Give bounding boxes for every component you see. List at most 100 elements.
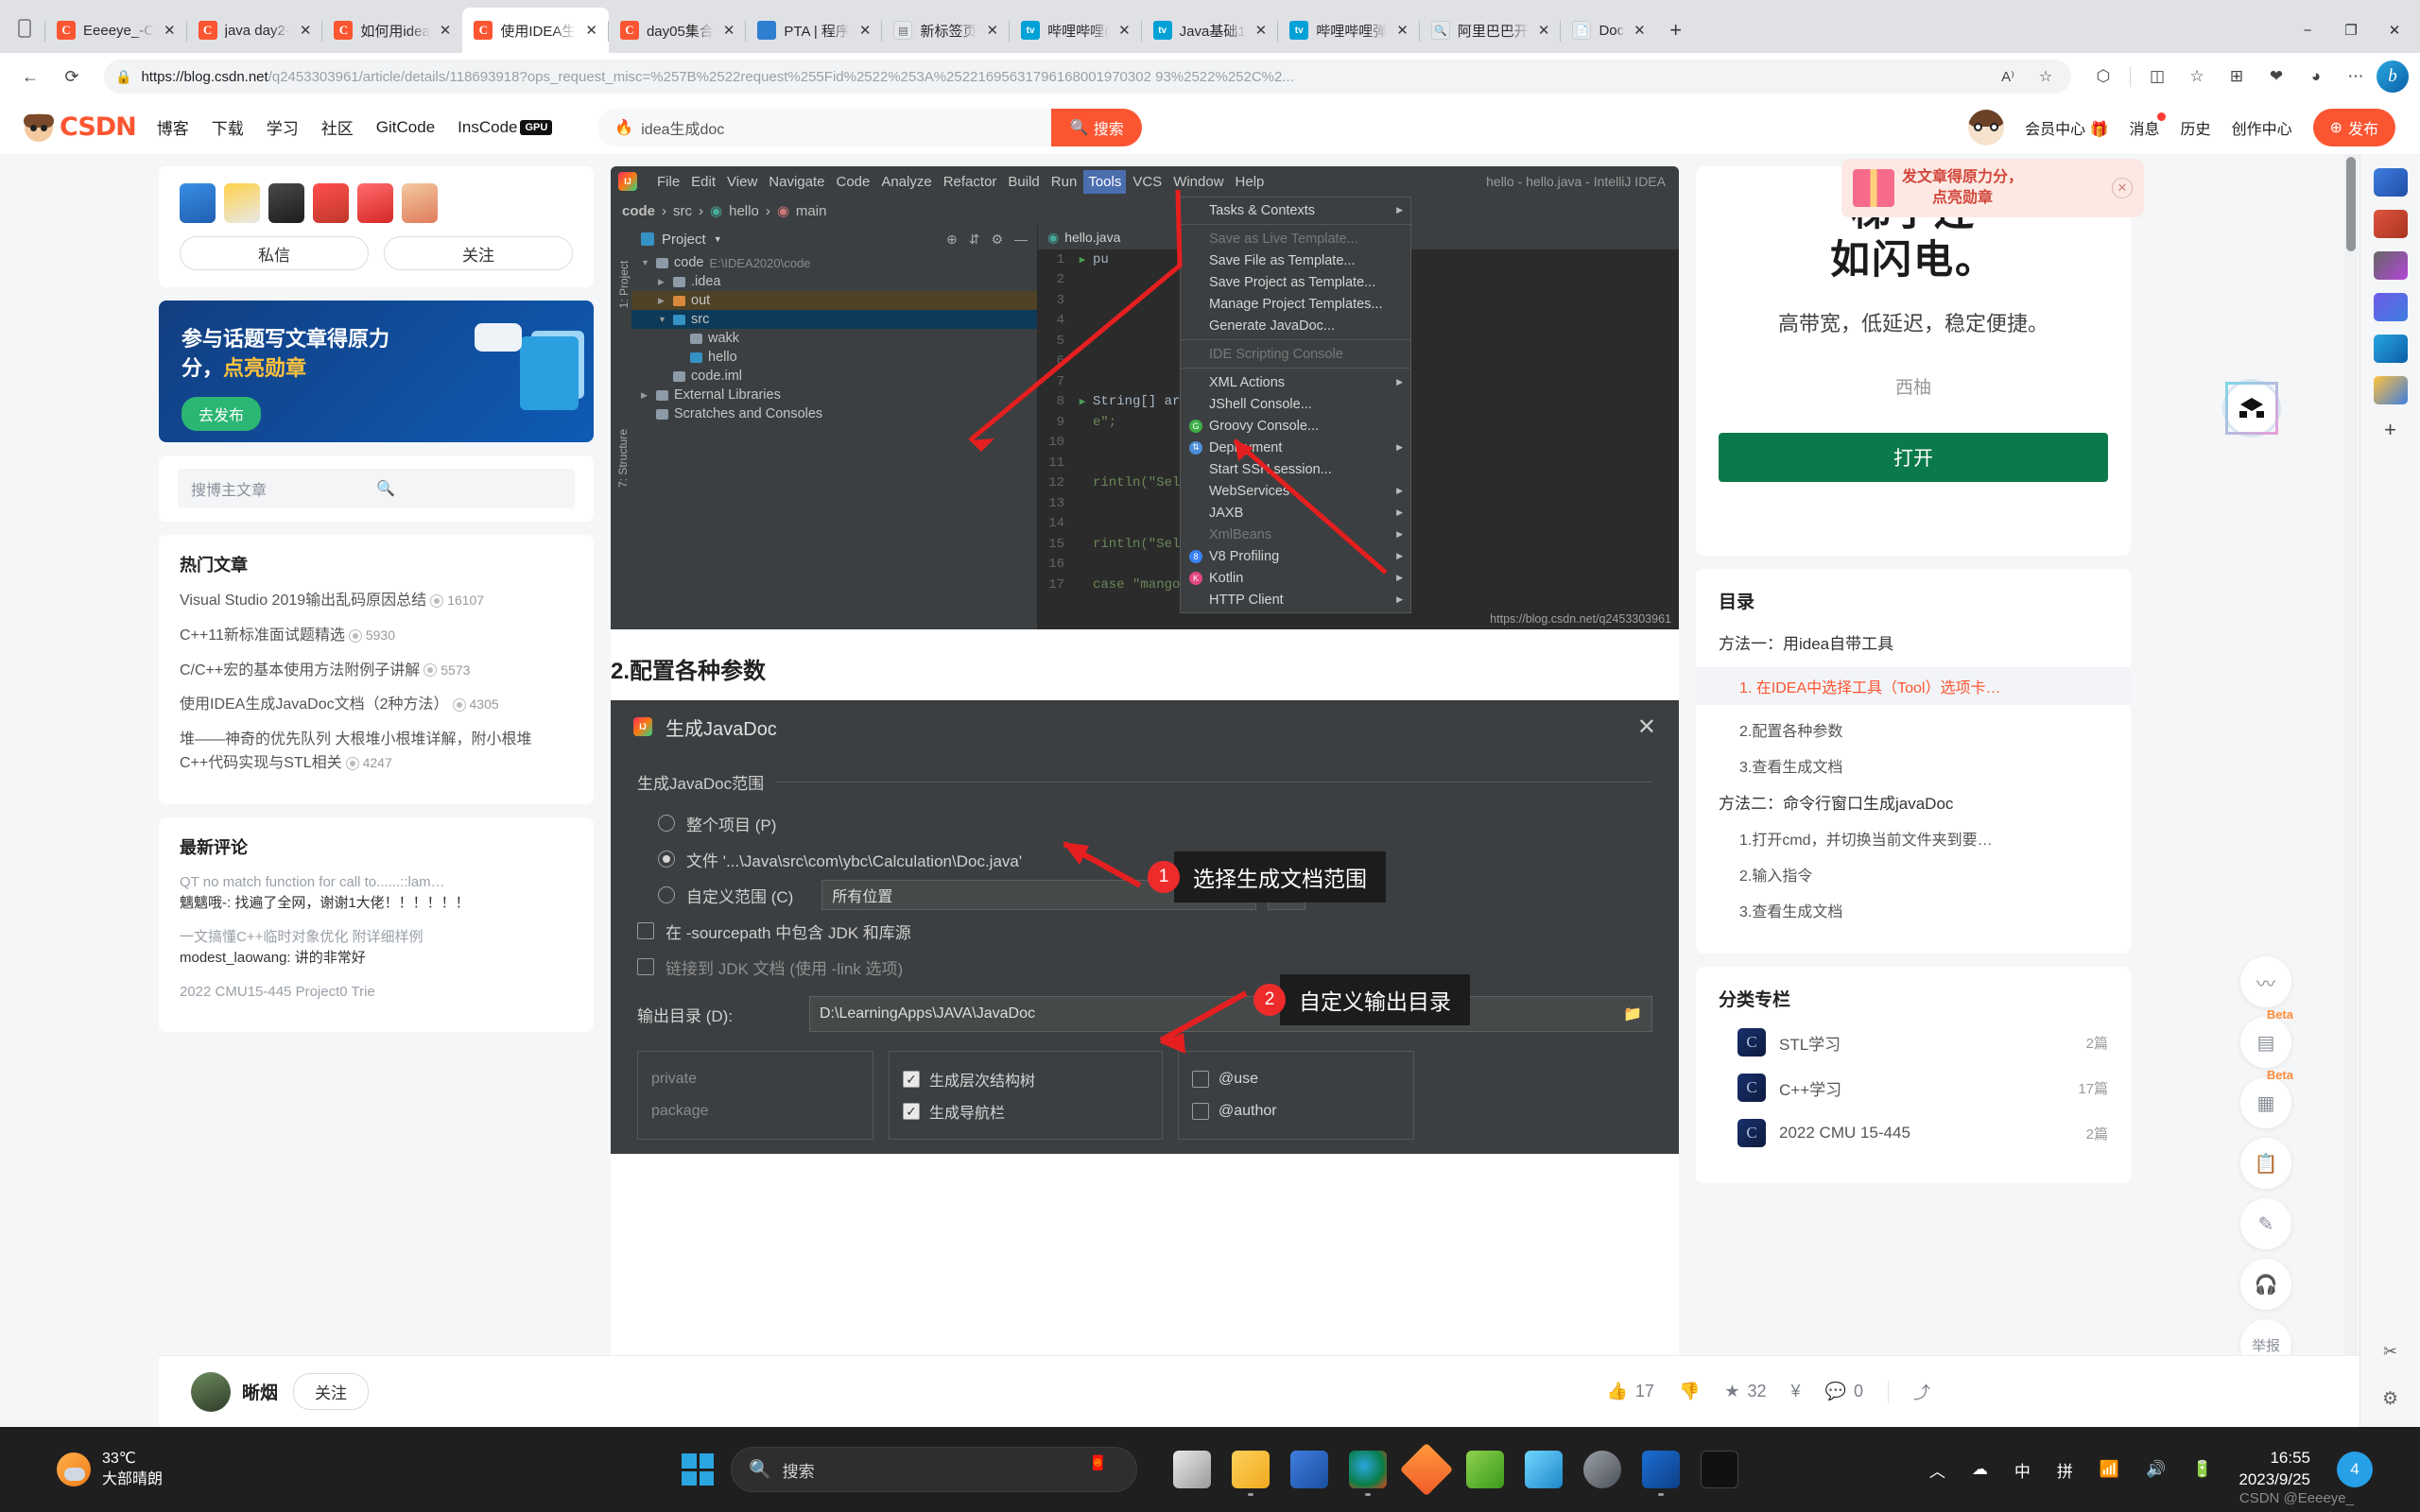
menu-item-5[interactable]: Generate JavaDoc... bbox=[1181, 315, 1410, 336]
menu-item-15[interactable]: 8 V8 Profiling ▶ bbox=[1181, 545, 1410, 567]
profile-icon[interactable]: ◕ bbox=[2297, 58, 2335, 95]
expand-icon[interactable]: ▶ bbox=[658, 296, 667, 306]
search-icon[interactable]: 🔍 bbox=[376, 479, 562, 498]
tree-item[interactable]: ▼ src bbox=[631, 310, 1037, 329]
toc-item-5[interactable]: 1.打开cmd，并切换当前文件夹到要… bbox=[1719, 827, 2108, 850]
list-item[interactable]: 使用IDEA生成JavaDoc文档（2种方法） 4305 bbox=[180, 694, 573, 717]
nav-link-3[interactable]: 社区 bbox=[321, 115, 354, 139]
browser-tab[interactable]: tv 哔哩哔哩(✕ bbox=[1009, 8, 1142, 53]
browser-tab[interactable]: C 如何用idea ✕ bbox=[321, 8, 462, 53]
wechat-icon[interactable] bbox=[1466, 1451, 1504, 1488]
browser-tab[interactable]: Cday05集合 ✕ bbox=[607, 8, 746, 53]
edge-app-icon[interactable] bbox=[2373, 168, 2408, 197]
menu-item-8[interactable]: JShell Console... bbox=[1181, 393, 1410, 415]
edge-cut-icon[interactable]: ✂ bbox=[2383, 1342, 2397, 1362]
output-directory-input[interactable]: D:\LearningApps\JAVA\JavaDoc 📁 bbox=[809, 996, 1652, 1032]
puzzle-icon[interactable]: ⬡ bbox=[2084, 58, 2122, 95]
ide-menu-run[interactable]: Run bbox=[1046, 170, 1082, 194]
tree-item[interactable]: ▼ code E:\IDEA2020\code bbox=[631, 253, 1037, 272]
editor-icon[interactable] bbox=[1399, 1442, 1454, 1497]
avatar[interactable] bbox=[1968, 109, 2005, 146]
category-item[interactable]: C C++学习 17篇 bbox=[1737, 1074, 2108, 1102]
radio-single-file[interactable]: 文件 '...\Java\src\com\ybc\Calculation\Doc… bbox=[637, 841, 1652, 877]
reward-button[interactable]: ¥ bbox=[1791, 1382, 1801, 1401]
comment-button[interactable]: 💬 0 bbox=[1825, 1382, 1863, 1401]
ide-menu-help[interactable]: Help bbox=[1231, 170, 1270, 194]
qq-icon[interactable] bbox=[1525, 1451, 1563, 1488]
edge-loop-icon[interactable] bbox=[2373, 293, 2408, 321]
checkbox-link-jdk[interactable]: 链接到 JDK 文档 (使用 -link 选项) bbox=[637, 949, 1652, 985]
expand-icon[interactable]: ▼ bbox=[641, 258, 650, 267]
ide-menu-view[interactable]: View bbox=[722, 170, 762, 194]
ide-menu-navigate[interactable]: Navigate bbox=[764, 170, 829, 194]
close-window-button[interactable]: ✕ bbox=[2373, 11, 2416, 49]
floating-brand-icon[interactable] bbox=[2225, 382, 2278, 435]
browser-tab[interactable]: C Eeeeye_-C ✕ bbox=[44, 8, 187, 53]
taskbar-search[interactable]: 🔍 搜索 🧧 bbox=[731, 1447, 1137, 1492]
close-tab-icon[interactable]: ✕ bbox=[438, 22, 454, 39]
taskview-icon[interactable] bbox=[1173, 1451, 1211, 1488]
menu-item-11[interactable]: Start SSH session... bbox=[1181, 458, 1410, 480]
browser-tab[interactable]: tv Java基础1 ✕ bbox=[1140, 8, 1279, 53]
menu-item-10[interactable]: ⇅ Deployment ▶ bbox=[1181, 437, 1410, 458]
browser-tab[interactable]: 📄 Doc ✕ bbox=[1560, 8, 1656, 53]
tree-item[interactable]: ▶ External Libraries bbox=[631, 386, 1037, 404]
tree-item[interactable]: ▶ .idea bbox=[631, 272, 1037, 291]
tree-item[interactable]: ▶ out bbox=[631, 291, 1037, 310]
tree-item[interactable]: hello bbox=[631, 348, 1037, 367]
checkbox-hierarchy-tree[interactable]: 生成层次结构树 bbox=[903, 1063, 1149, 1095]
browser-tab[interactable]: Cjava day2- ✕ bbox=[185, 8, 323, 53]
list-icon[interactable]: Beta ▤ bbox=[2240, 1007, 2293, 1068]
edge-add-icon[interactable]: + bbox=[2384, 418, 2396, 442]
toc-item-3[interactable]: 3.查看生成文档 bbox=[1719, 754, 2108, 777]
collections-icon[interactable]: ⊞ bbox=[2218, 58, 2256, 95]
chrome-icon[interactable] bbox=[1349, 1451, 1387, 1496]
menu-item-9[interactable]: G Groovy Console... bbox=[1181, 415, 1410, 437]
tree-item[interactable]: code.iml bbox=[631, 367, 1037, 386]
store-icon[interactable] bbox=[1290, 1451, 1328, 1488]
menu-item-13[interactable]: JAXB ▶ bbox=[1181, 502, 1410, 524]
category-item[interactable]: C STL学习 2篇 bbox=[1737, 1028, 2108, 1057]
close-tab-icon[interactable]: ✕ bbox=[1632, 22, 1648, 39]
toast-notification[interactable]: 发文章得原力分， 点亮勋章 ✕ bbox=[1841, 159, 2144, 217]
edge-office-icon[interactable] bbox=[2373, 210, 2408, 238]
close-tab-icon[interactable]: ✕ bbox=[1253, 22, 1270, 39]
ide-menu-file[interactable]: File bbox=[652, 170, 684, 194]
read-aloud-icon[interactable]: A⁾ bbox=[1994, 62, 2022, 91]
like-button[interactable]: 👍 17 bbox=[1607, 1382, 1654, 1401]
author-name[interactable]: 晰烟 bbox=[242, 1379, 278, 1404]
edge-shop-icon[interactable] bbox=[2373, 376, 2408, 404]
more-icon[interactable]: ⋯ bbox=[2337, 58, 2375, 95]
vscode-icon[interactable] bbox=[1642, 1451, 1680, 1496]
reload-icon[interactable]: ⟳ bbox=[53, 58, 91, 95]
list-item[interactable]: 2022 CMU15-445 Project0 Trie bbox=[180, 982, 573, 1004]
category-item[interactable]: C 2022 CMU 15-445 2篇 bbox=[1737, 1119, 2108, 1147]
gear-icon[interactable]: ⚙ bbox=[991, 232, 1003, 248]
menu-item-16[interactable]: K Kotlin ▶ bbox=[1181, 567, 1410, 589]
tab-search-icon[interactable] bbox=[4, 9, 45, 47]
menu-item-12[interactable]: WebServices ▶ bbox=[1181, 480, 1410, 502]
battery-icon[interactable]: 🔋 bbox=[2192, 1460, 2212, 1479]
browser-essentials-icon[interactable]: ❤ bbox=[2257, 58, 2295, 95]
close-tab-icon[interactable]: ✕ bbox=[1536, 22, 1552, 39]
list-item[interactable]: C++11新标准面试题精选 5930 bbox=[180, 625, 573, 648]
expand-icon[interactable]: ▶ bbox=[641, 390, 650, 401]
header-link-creator[interactable]: 创作中心 bbox=[2232, 116, 2292, 139]
advertisement-card[interactable]: 梯子连如闪电。 高带宽，低延迟，稳定便捷。 西柚 打开 发文章得原力分，点亮勋章… bbox=[1696, 159, 2144, 556]
output-directory-field[interactable]: 输出目录 (D): D:\LearningApps\JAVA\JavaDoc 📁 bbox=[637, 996, 1652, 1032]
close-icon[interactable]: ✕ bbox=[2112, 178, 2133, 198]
checkbox-navbar[interactable]: 生成导航栏 bbox=[903, 1095, 1149, 1127]
star-icon[interactable]: ☆ bbox=[2031, 62, 2060, 91]
header-link-messages[interactable]: 消息 bbox=[2130, 112, 2166, 139]
close-tab-icon[interactable]: ✕ bbox=[162, 22, 178, 39]
nav-link-4[interactable]: GitCode bbox=[376, 118, 435, 137]
ide-menu-window[interactable]: Window bbox=[1168, 170, 1228, 194]
list-item[interactable]: Visual Studio 2019输出乱码原因总结 16107 bbox=[180, 590, 573, 613]
menu-item-4[interactable]: Manage Project Templates... bbox=[1181, 293, 1410, 315]
cloud-off-icon[interactable]: ☁ bbox=[1972, 1460, 1988, 1479]
close-tab-icon[interactable]: ✕ bbox=[583, 22, 599, 39]
header-link-membership[interactable]: 会员中心 🎁 bbox=[2025, 116, 2108, 139]
volume-icon[interactable]: 🔊 bbox=[2146, 1460, 2166, 1479]
close-tab-icon[interactable]: ✕ bbox=[1394, 22, 1410, 39]
back-arrow-icon[interactable]: ← bbox=[11, 58, 49, 95]
